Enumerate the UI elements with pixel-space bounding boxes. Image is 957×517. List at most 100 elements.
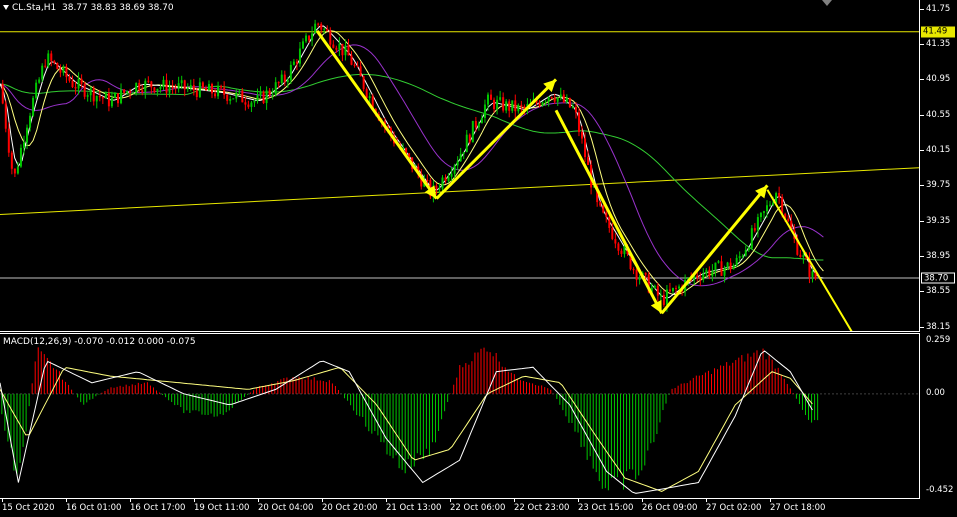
candle-body — [271, 94, 274, 96]
candle-body — [320, 23, 323, 30]
candle-body — [41, 65, 44, 80]
candle-body — [186, 87, 189, 90]
price-chart-canvas[interactable] — [0, 0, 919, 331]
candle-body — [662, 294, 665, 305]
candle-body — [92, 88, 95, 102]
candle-body — [620, 250, 623, 254]
candle-body — [799, 254, 802, 257]
candle-body — [38, 79, 41, 83]
candle-body — [781, 196, 784, 214]
candle-body — [56, 62, 59, 70]
candle-body — [656, 285, 659, 296]
candle-body — [19, 147, 22, 167]
candle-body — [156, 88, 159, 93]
candle-body — [520, 104, 523, 107]
candle-body — [599, 202, 602, 206]
candle-body — [253, 100, 256, 103]
candle-body — [32, 97, 35, 116]
candle-body — [778, 193, 781, 197]
macd-pane[interactable]: MACD(12,26,9) -0.070 -0.012 0.000 -0.075 — [0, 333, 920, 499]
candle-body — [153, 87, 156, 93]
macd-axis[interactable]: 0.259 0.00 -0.452 — [920, 333, 957, 497]
candle-body — [135, 82, 138, 93]
candle-body — [508, 101, 511, 111]
price-axis[interactable]: 41.75 41.35 40.95 40.55 40.15 39.75 39.35 38.95… — [920, 0, 957, 332]
candle-body — [562, 94, 565, 103]
candle-body — [347, 45, 350, 56]
candle-body — [744, 250, 747, 256]
candle-body — [265, 90, 268, 104]
candle-body — [177, 83, 180, 89]
time-axis-tick — [514, 498, 515, 502]
candle-body — [280, 74, 283, 84]
candle-body — [289, 64, 292, 81]
time-axis-tick — [194, 498, 195, 502]
candle-body — [441, 177, 444, 189]
time-axis-label: 15 Oct 2020 — [2, 503, 55, 513]
candle-body — [502, 97, 505, 111]
candle-body — [295, 61, 298, 64]
candle-body — [726, 262, 729, 268]
candle-body — [89, 88, 92, 96]
macd-axis-label: 0.00 — [926, 387, 945, 398]
candle-body — [577, 112, 580, 133]
price-tag: 38.70 — [921, 272, 955, 284]
yellow-arrow-line — [554, 109, 664, 315]
time-axis-label: 20 Oct 20:00 — [322, 503, 378, 513]
candle-body — [447, 176, 450, 182]
candle-body — [605, 212, 608, 217]
candle-body — [13, 168, 16, 174]
candle-body — [204, 87, 207, 91]
candle-body — [259, 91, 262, 96]
candle-body — [286, 80, 289, 83]
candle-body — [711, 270, 714, 277]
time-axis-tick — [450, 498, 451, 502]
candle-body — [110, 97, 113, 107]
candle-body — [22, 142, 25, 148]
candle-body — [217, 85, 220, 97]
candle-body — [129, 90, 132, 94]
candle-body — [741, 255, 744, 257]
candle-body — [195, 90, 198, 97]
candle-body — [496, 99, 499, 110]
time-axis-tick — [2, 498, 3, 502]
candle-body — [4, 103, 7, 129]
candle-body — [465, 134, 468, 153]
candle-body — [735, 257, 738, 266]
candle-body — [326, 28, 329, 31]
candle-body — [113, 93, 116, 98]
candle-body — [444, 177, 447, 182]
chart-menu-icon[interactable] — [3, 5, 9, 10]
candle-body — [50, 53, 53, 61]
candle-body — [574, 107, 577, 113]
candle-body — [189, 85, 192, 88]
candle-body — [753, 228, 756, 231]
candle-body — [644, 272, 647, 275]
candle-body — [359, 66, 362, 77]
candle-body — [201, 82, 204, 88]
candle-body — [244, 102, 247, 105]
candle-body — [132, 92, 135, 94]
candle-body — [247, 104, 250, 107]
candle-body — [714, 262, 717, 271]
yellow-arrow-line — [435, 78, 558, 200]
candle-body — [738, 256, 741, 258]
candle-body — [174, 87, 177, 89]
candle-body — [74, 87, 77, 89]
candle-body — [104, 93, 107, 99]
macd-canvas[interactable] — [0, 334, 919, 498]
time-axis-label: 16 Oct 01:00 — [66, 503, 122, 513]
price-axis-label: 40.95 — [926, 74, 951, 85]
candle-body — [107, 93, 110, 107]
candle-body — [665, 289, 668, 305]
time-axis-label: 27 Oct 02:00 — [706, 503, 762, 513]
price-chart-pane[interactable]: CL.Sta,H1 38.77 38.83 38.69 38.70 — [0, 0, 920, 332]
candle-body — [314, 23, 317, 34]
macd-axis-label: -0.452 — [926, 485, 954, 495]
price-axis-label: 38.95 — [926, 250, 951, 261]
candle-body — [729, 262, 732, 270]
candle-body — [83, 83, 86, 97]
candle-body — [274, 82, 277, 95]
chart-shift-icon[interactable] — [822, 0, 832, 6]
candle-body — [675, 287, 678, 289]
